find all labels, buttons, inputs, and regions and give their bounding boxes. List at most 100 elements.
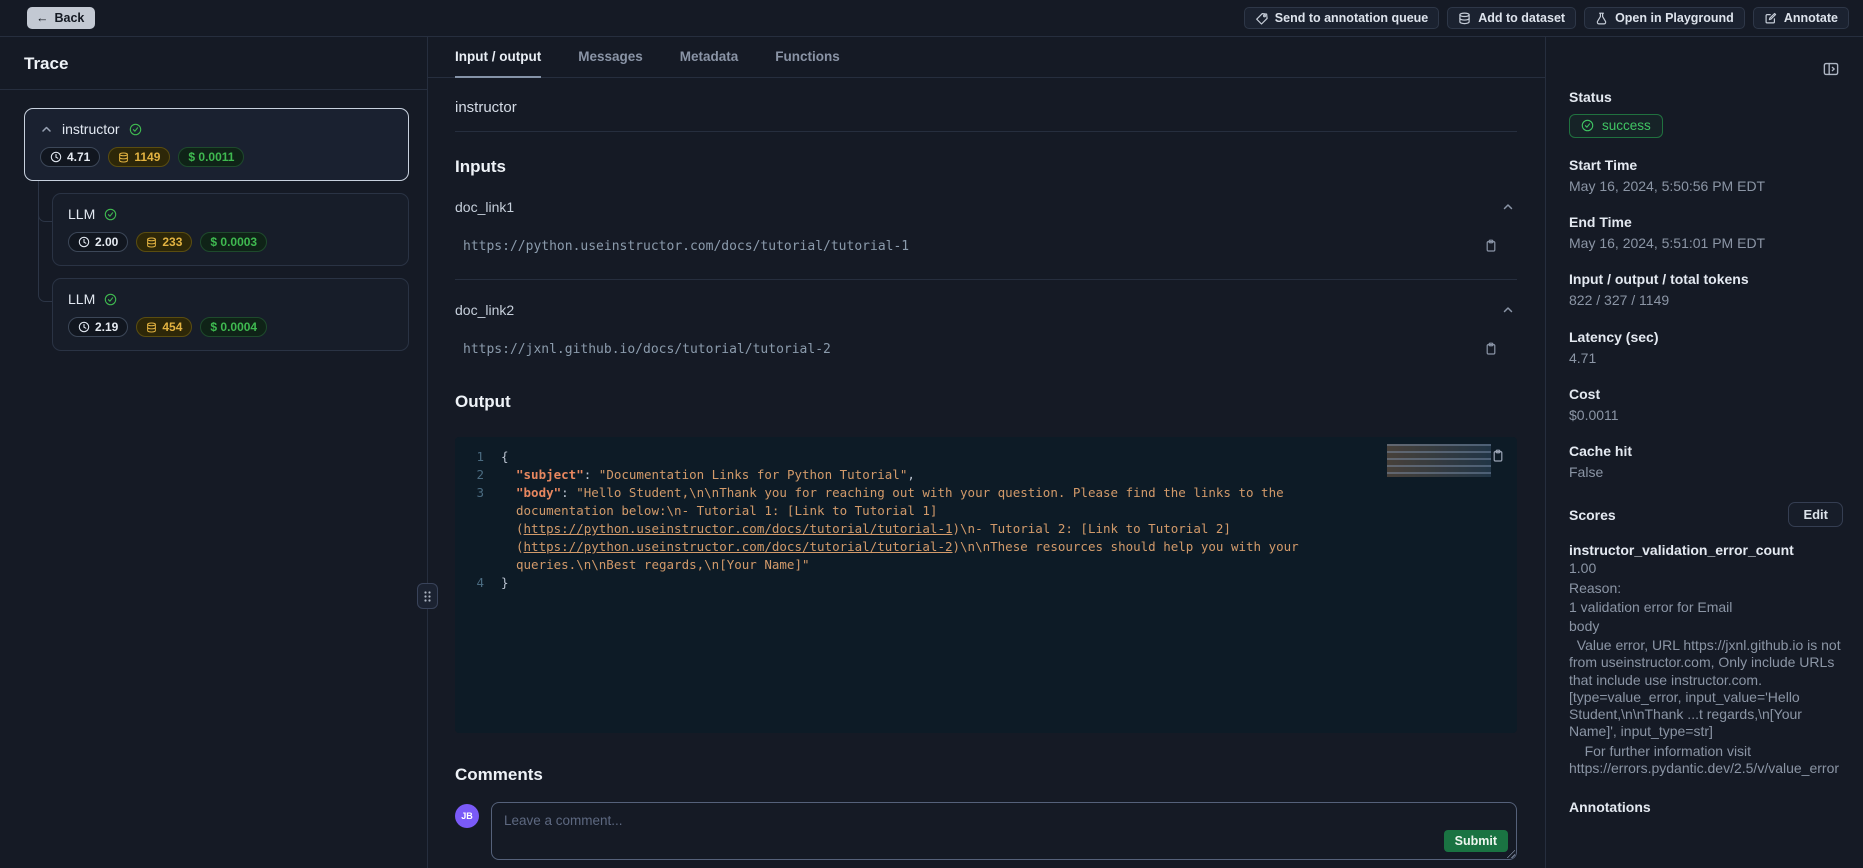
latency-badge: 2.19	[68, 317, 128, 337]
tab-functions[interactable]: Functions	[775, 37, 840, 78]
trace-tree: instructor 4.71	[0, 90, 427, 351]
avatar: JB	[455, 804, 479, 828]
chevron-up-icon[interactable]	[40, 123, 53, 136]
latency-value: 4.71	[1569, 350, 1843, 367]
main-panel: Input / output Messages Metadata Functio…	[428, 37, 1545, 868]
trace-node-name: instructor	[62, 121, 120, 137]
check-circle-icon	[104, 293, 117, 306]
check-circle-icon	[104, 208, 117, 221]
cache-hit-value: False	[1569, 464, 1843, 481]
tab-input-output[interactable]: Input / output	[455, 37, 541, 78]
copy-code-button[interactable]	[1489, 447, 1507, 465]
field-doc-link2-value: https://jxnl.github.io/docs/tutorial/tut…	[455, 340, 1517, 358]
comments-section: JB Submit	[455, 802, 1517, 868]
start-time-label: Start Time	[1569, 157, 1843, 173]
divider	[455, 279, 1517, 280]
collapse-field-button[interactable]	[1499, 198, 1517, 216]
start-time-value: May 16, 2024, 5:50:56 PM EDT	[1569, 178, 1843, 195]
tab-messages[interactable]: Messages	[578, 37, 643, 78]
annotations-label: Annotations	[1569, 799, 1843, 815]
score-name: instructor_validation_error_count	[1569, 542, 1843, 558]
end-time-value: May 16, 2024, 5:51:01 PM EDT	[1569, 235, 1843, 252]
details-panel: Status success Start Time May 16, 2024, …	[1545, 37, 1863, 868]
tree-connector	[38, 176, 53, 302]
check-circle-icon	[1581, 119, 1594, 132]
collapse-field-button[interactable]	[1499, 301, 1517, 319]
scores-header: Scores Edit	[1569, 502, 1843, 527]
latency-badge: 2.00	[68, 232, 128, 252]
field-label: doc_link1	[455, 199, 514, 215]
field-doc-link1: doc_link1	[455, 198, 1517, 216]
field-value: https://python.useinstructor.com/docs/tu…	[455, 239, 909, 254]
latency-badge: 4.71	[40, 147, 100, 167]
panel-resize-handle[interactable]	[417, 583, 438, 609]
database-icon	[146, 322, 157, 333]
trace-node-llm-1[interactable]: LLM 2.00	[52, 193, 409, 266]
run-name: instructor	[455, 99, 1517, 116]
tab-bar: Input / output Messages Metadata Functio…	[428, 37, 1545, 78]
tokens-value: 822 / 327 / 1149	[1569, 292, 1843, 309]
annotate-icon	[1764, 12, 1777, 25]
cost-badge: $ 0.0011	[178, 147, 244, 167]
field-doc-link1-value: https://python.useinstructor.com/docs/tu…	[455, 237, 1517, 255]
cache-hit-label: Cache hit	[1569, 443, 1843, 459]
chevron-up-icon	[1501, 303, 1515, 317]
trace-node-llm-2[interactable]: LLM 2.19	[52, 278, 409, 351]
code-line: 2 "subject": "Documentation Links for Py…	[455, 466, 1517, 484]
code-line: 4 }	[455, 574, 1517, 592]
comment-box: Submit	[491, 802, 1517, 860]
add-to-dataset-button[interactable]: Add to dataset	[1447, 7, 1576, 29]
topbar-actions: Send to annotation queue Add to dataset …	[1244, 7, 1849, 29]
open-in-playground-button[interactable]: Open in Playground	[1584, 7, 1745, 29]
score-reason-line: body	[1569, 618, 1843, 635]
line-number: 1	[455, 448, 501, 466]
tokens-badge: 1149	[108, 147, 170, 167]
clock-icon	[78, 236, 90, 248]
copy-button[interactable]	[1482, 237, 1500, 255]
tag-icon	[1255, 12, 1268, 25]
back-button[interactable]: ← Back	[27, 7, 95, 29]
tutorial-2-link: https://python.useinstructor.com/docs/tu…	[524, 539, 953, 554]
submit-button[interactable]: Submit	[1444, 830, 1508, 852]
clipboard-icon	[1484, 342, 1498, 356]
trace-node-instructor[interactable]: instructor 4.71	[24, 108, 409, 181]
annotate-button[interactable]: Annotate	[1753, 7, 1849, 29]
tokens-badge: 233	[136, 232, 192, 252]
comment-input[interactable]	[492, 803, 1516, 859]
output-heading: Output	[455, 392, 1517, 412]
score-reason-line: 1 validation error for Email	[1569, 599, 1843, 616]
status-badge: success	[1569, 114, 1663, 138]
database-icon	[146, 237, 157, 248]
inputs-heading: Inputs	[455, 157, 1517, 177]
tab-metadata[interactable]: Metadata	[680, 37, 739, 78]
trace-sidebar: Trace instructor	[0, 37, 428, 868]
main-content: instructor Inputs doc_link1 https://pyth…	[428, 78, 1545, 868]
layout: Trace instructor	[0, 37, 1863, 868]
database-icon	[1458, 12, 1471, 25]
status-label: Status	[1569, 89, 1843, 105]
end-time-label: End Time	[1569, 214, 1843, 230]
cost-badge: $ 0.0003	[200, 232, 267, 252]
copy-button[interactable]	[1482, 340, 1500, 358]
edit-scores-button[interactable]: Edit	[1788, 502, 1843, 527]
field-value: https://jxnl.github.io/docs/tutorial/tut…	[455, 342, 831, 357]
code-line: 3 "body": "Hello Student,\n\nThank you f…	[455, 484, 1517, 574]
comments-heading: Comments	[455, 765, 1517, 785]
chevron-up-icon	[1501, 200, 1515, 214]
code-minimap[interactable]	[1387, 444, 1491, 477]
database-icon	[118, 152, 129, 163]
collapse-panel-button[interactable]	[1821, 59, 1841, 79]
clipboard-icon	[1491, 449, 1505, 463]
score-value: 1.00	[1569, 560, 1843, 577]
line-number: 3	[455, 484, 501, 574]
send-to-annotation-queue-button[interactable]: Send to annotation queue	[1244, 7, 1439, 29]
line-number: 2	[455, 466, 501, 484]
output-code-block: 1 { 2 "subject": "Documentation Links fo…	[455, 437, 1517, 733]
panel-collapse-icon	[1823, 61, 1839, 77]
clock-icon	[78, 321, 90, 333]
scores-label: Scores	[1569, 507, 1616, 523]
flask-icon	[1595, 12, 1608, 25]
trace-node-name: LLM	[68, 206, 95, 222]
topbar: ← Back Send to annotation queue Add to d…	[0, 0, 1863, 37]
tokens-badge: 454	[136, 317, 192, 337]
